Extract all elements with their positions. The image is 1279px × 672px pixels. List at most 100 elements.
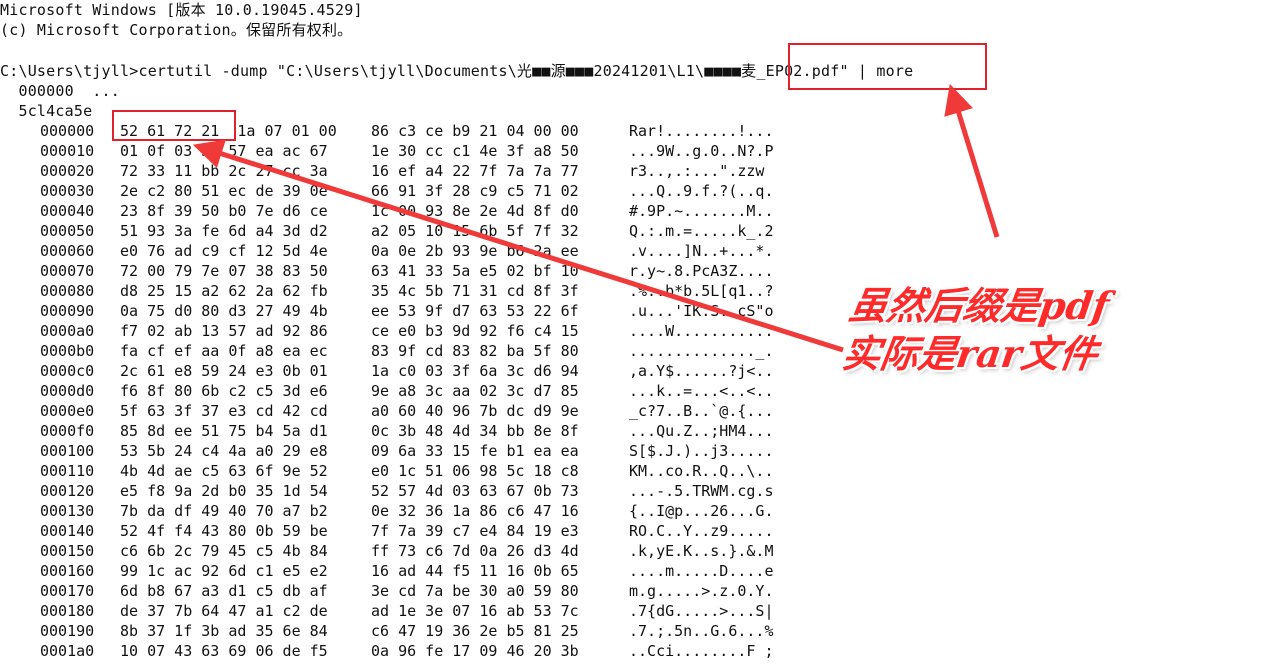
row-offset: 000100 xyxy=(40,442,95,460)
row-offset: 0000b0 xyxy=(40,342,95,360)
row-hex-group-1: d8 25 15 a2 62 2a 62 fb xyxy=(120,282,328,300)
row-hex-group-1: 2e c2 80 51 ec de 39 0e xyxy=(120,182,328,200)
row-offset: 000040 xyxy=(40,202,95,220)
row-ascii: S[$.J.)..j3..... xyxy=(629,442,774,460)
row-ascii: ...k..=...<..<.. xyxy=(629,382,774,400)
row-ascii: RO.C..Y..z9..... xyxy=(629,522,774,540)
command-prompt: C:\Users\tjyll> xyxy=(0,62,139,80)
row-hex-group-2: 63 41 33 5a e5 02 bf 10 xyxy=(371,262,579,280)
row-ascii: Q.:.m.=.....k_.2 xyxy=(629,222,774,240)
row-offset: 000030 xyxy=(40,182,95,200)
row-ascii: #.9P.~.......M.. xyxy=(629,202,774,220)
row-offset: 0000f0 xyxy=(40,422,95,440)
row-hex-group-1: 51 93 3a fe 6d a4 3d d2 xyxy=(120,222,328,240)
row-ascii: ...Qu.Z..;HM4... xyxy=(629,422,774,440)
row-hex-group-2: e0 1c 51 06 98 5c 18 c8 xyxy=(371,462,579,480)
row-ascii: ,a.Y$......?j<.. xyxy=(629,362,774,380)
row-hex-group-2: 3e cd 7a be 30 a0 59 80 xyxy=(371,582,579,600)
row-ascii: ..Cci........F ; xyxy=(629,642,774,660)
row-offset: 000190 xyxy=(40,622,95,640)
row-offset: 000080 xyxy=(40,282,95,300)
row-ascii: .u...'IK.S..cS"o xyxy=(629,302,774,320)
row-offset: 000110 xyxy=(40,462,95,480)
row-hex-group-1: 6d b8 67 a3 d1 c5 db af xyxy=(120,582,328,600)
row-offset: 000000 xyxy=(40,122,95,140)
row-hex-group-2: 9e a8 3c aa 02 3c d7 85 xyxy=(371,382,579,400)
row-hex-group-2: a2 05 10 15 6b 5f 7f 32 xyxy=(371,222,579,240)
row-offset: 0000e0 xyxy=(40,402,95,420)
dump-header-a: 000000 ... xyxy=(0,82,120,100)
magic-bytes-highlight xyxy=(112,110,236,141)
row-hex-group-1: 5f 63 3f 37 e3 cd 42 cd xyxy=(120,402,328,420)
row-offset: 0000c0 xyxy=(40,362,95,380)
row-offset: 000050 xyxy=(40,222,95,240)
row-hex-group-1: 7b da df 49 40 70 a7 b2 xyxy=(120,502,328,520)
row-ascii: ...9W..g.0..N?.P xyxy=(629,142,774,160)
row-hex-group-2: 09 6a 33 15 fe b1 ea ea xyxy=(371,442,579,460)
row-hex-group-1: de 37 7b 64 47 a1 c2 de xyxy=(120,602,328,620)
row-hex-group-1: f7 02 ab 13 57 ad 92 86 xyxy=(120,322,328,340)
annotation-callout: 虽然后缀是pdf 实际是rar文件 xyxy=(839,282,1192,378)
row-offset: 000150 xyxy=(40,542,95,560)
row-offset: 000120 xyxy=(40,482,95,500)
row-hex-group-2: 86 c3 ce b9 21 04 00 00 xyxy=(371,122,579,140)
row-hex-group-2: ff 73 c6 7d 0a 26 d3 4d xyxy=(371,542,579,560)
row-hex-group-1: 01 0f 03 39 57 ea ac 67 xyxy=(120,142,328,160)
row-hex-group-2: ad 1e 3e 07 16 ab 53 7c xyxy=(371,602,579,620)
row-ascii: ...-.5.TRWM.cg.s xyxy=(629,482,774,500)
header-version-line: Microsoft Windows [版本 10.0.19045.4529] xyxy=(0,1,363,19)
row-ascii: .7.;.5n..G.6...% xyxy=(629,622,774,640)
annotation-line-2: 实际是rar文件 xyxy=(839,331,1101,376)
row-hex-group-2: 0a 96 fe 17 09 46 20 3b xyxy=(371,642,579,660)
row-hex-group-1: 53 5b 24 c4 4a a0 29 e8 xyxy=(120,442,328,460)
row-hex-group-1: 0a 75 d0 80 d3 27 49 4b xyxy=(120,302,328,320)
row-hex-group-1: 2c 61 e8 59 24 e3 0b 01 xyxy=(120,362,328,380)
row-offset: 000090 xyxy=(40,302,95,320)
row-offset: 000130 xyxy=(40,502,95,520)
row-hex-group-1: 72 00 79 7e 07 38 83 50 xyxy=(120,262,328,280)
header-copyright-line: (c) Microsoft Corporation。保留所有权利。 xyxy=(0,21,353,39)
row-hex-group-2: 16 ef a4 22 7f 7a 7a 77 xyxy=(371,162,579,180)
row-hex-group-1: f6 8f 80 6b c2 c5 3d e6 xyxy=(120,382,328,400)
row-ascii: .%..b*b.5L[q1..? xyxy=(629,282,774,300)
row-offset: 000170 xyxy=(40,582,95,600)
row-hex-group-1: 4b 4d ae c5 63 6f 9e 52 xyxy=(120,462,328,480)
row-ascii: KM..co.R..Q..\.. xyxy=(629,462,774,480)
row-offset: 0000a0 xyxy=(40,322,95,340)
row-hex-group-1: 72 33 11 bb 2c 27 cc 3a xyxy=(120,162,328,180)
row-ascii: .k,yE.K..s.}.&.M xyxy=(629,542,774,560)
row-hex-group-2: 0a 0e 2b 93 9e b6 2a ee xyxy=(371,242,579,260)
row-hex-group-1: 10 07 43 63 69 06 de f5 xyxy=(120,642,328,660)
row-offset: 000020 xyxy=(40,162,95,180)
row-hex-group-1: e5 f8 9a 2d b0 35 1d 54 xyxy=(120,482,328,500)
row-hex-group-2: 7f 7a 39 c7 e4 84 19 e3 xyxy=(371,522,579,540)
annotation-line-1: 虽然后缀是pdf xyxy=(846,283,1113,328)
row-ascii: .............._. xyxy=(629,342,774,360)
row-hex-group-1: 52 4f f4 43 80 0b 59 be xyxy=(120,522,328,540)
command-line: C:\Users\tjyll>certutil -dump "C:\Users\… xyxy=(0,61,913,81)
row-offset: 0001a0 xyxy=(40,642,95,660)
row-hex-group-2: ee 53 9f d7 63 53 22 6f xyxy=(371,302,579,320)
row-hex-group-1: 85 8d ee 51 75 b4 5a d1 xyxy=(120,422,328,440)
row-offset: 000060 xyxy=(40,242,95,260)
row-hex-group-1: c6 6b 2c 79 45 c5 4b 84 xyxy=(120,542,328,560)
row-ascii: Rar!........!... xyxy=(629,122,774,140)
row-offset: 0000d0 xyxy=(40,382,95,400)
row-offset: 000140 xyxy=(40,522,95,540)
console-window[interactable]: Microsoft Windows [版本 10.0.19045.4529] (… xyxy=(0,0,1279,672)
row-ascii: m.g.....>.z.0.Y. xyxy=(629,582,774,600)
row-ascii: ....m.....D....e xyxy=(629,562,774,580)
dump-header-b: 5cl4ca5e xyxy=(0,102,93,120)
row-hex-group-2: 83 9f cd 83 82 ba 5f 80 xyxy=(371,342,579,360)
arrow-to-pdf-extension xyxy=(944,83,1000,238)
row-offset: 000010 xyxy=(40,142,95,160)
row-hex-group-2: ce e0 b3 9d 92 f6 c4 15 xyxy=(371,322,579,340)
row-offset: 000160 xyxy=(40,562,95,580)
row-hex-group-2: a0 60 40 96 7b dc d9 9e xyxy=(371,402,579,420)
row-hex-group-2: 1a c0 03 3f 6a 3c d6 94 xyxy=(371,362,579,380)
row-ascii: {..I@p...26...G. xyxy=(629,502,774,520)
row-hex-group-2: 66 91 3f 28 c9 c5 71 02 xyxy=(371,182,579,200)
row-ascii: r.y~.8.PcA3Z.... xyxy=(629,262,774,280)
row-ascii: r3..,.:...".zzw xyxy=(629,162,765,180)
row-hex-group-1: fa cf ef aa 0f a8 ea ec xyxy=(120,342,328,360)
